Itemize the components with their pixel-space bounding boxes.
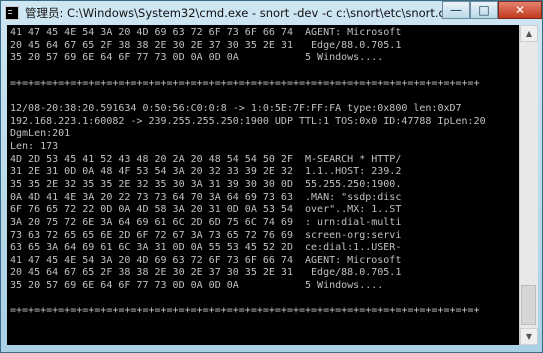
console-line: 192.168.223.1:60082 -> 239.255.255.250:1… — [10, 115, 486, 127]
console-line: 41 47 45 4E 54 3A 20 4D 69 63 72 6F 73 6… — [10, 254, 402, 266]
maximize-button[interactable]: □ — [470, 1, 498, 19]
window-controls: — □ ✕ — [442, 1, 542, 25]
console-line: 35 20 57 69 6E 64 6F 77 73 0D 0A 0D 0A 5… — [10, 280, 384, 292]
window-title: 管理员: C:\Windows\System32\cmd.exe - snort… — [25, 6, 465, 20]
console-line: 6F 76 65 72 22 0D 0A 4D 58 3A 20 31 0D 0… — [10, 204, 402, 216]
console-line: 63 65 3A 64 69 61 6C 3A 31 0D 0A 55 53 4… — [10, 242, 402, 254]
console-text: 41 47 45 4E 54 3A 20 4D 69 63 72 6F 73 6… — [7, 25, 519, 343]
console-output-area[interactable]: 41 47 45 4E 54 3A 20 4D 69 63 72 6F 73 6… — [7, 25, 519, 345]
scroll-up-arrow-icon[interactable]: ▲ — [520, 25, 538, 42]
vertical-scrollbar[interactable]: ▲ ▼ — [519, 25, 538, 345]
console-line: 20 45 64 67 65 2F 38 38 2E 30 2E 37 30 3… — [10, 39, 402, 51]
console-line: 3A 20 75 72 6E 3A 64 69 61 6C 2D 6D 75 6… — [10, 216, 402, 228]
console-line: DgmLen:201 — [10, 128, 71, 140]
console-line: =+=+=+=+=+=+=+=+=+=+=+=+=+=+=+=+=+=+=+=+… — [10, 305, 480, 317]
cmd-window: 管理员: C:\Windows\System32\cmd.exe - snort… — [0, 0, 543, 353]
scroll-down-arrow-icon[interactable]: ▼ — [520, 328, 538, 345]
console-line: Len: 173 — [10, 140, 59, 152]
console-line: 20 45 64 67 65 2F 38 38 2E 30 2E 37 30 3… — [10, 267, 402, 279]
console-line: 35 35 2E 32 35 35 2E 32 35 30 3A 31 39 3… — [10, 178, 402, 190]
console-line: 73 63 72 65 65 6E 2D 6F 72 67 3A 73 65 7… — [10, 229, 402, 241]
console-line: 12/08-20:38:20.591634 0:50:56:C0:0:8 -> … — [10, 102, 462, 114]
close-button[interactable]: ✕ — [498, 1, 542, 19]
minimize-button[interactable]: — — [442, 1, 470, 19]
console-line: 31 2E 31 0D 0A 48 4F 53 54 3A 20 32 33 3… — [10, 166, 402, 178]
cmd-app-icon[interactable] — [5, 6, 19, 20]
console-line: 35 20 57 69 6E 64 6F 77 73 0D 0A 0D 0A 5… — [10, 52, 384, 64]
console-line: 41 47 45 4E 54 3A 20 4D 69 63 72 6F 73 6… — [10, 27, 402, 38]
console-line: 0A 4D 41 4E 3A 20 22 73 73 64 70 3A 64 6… — [10, 191, 402, 203]
title-bar[interactable]: 管理员: C:\Windows\System32\cmd.exe - snort… — [1, 1, 542, 25]
scrollbar-thumb[interactable] — [521, 285, 536, 325]
console-line: =+=+=+=+=+=+=+=+=+=+=+=+=+=+=+=+=+=+=+=+… — [10, 77, 480, 89]
console-line: 4D 2D 53 45 41 52 43 48 20 2A 20 48 54 5… — [10, 153, 402, 165]
